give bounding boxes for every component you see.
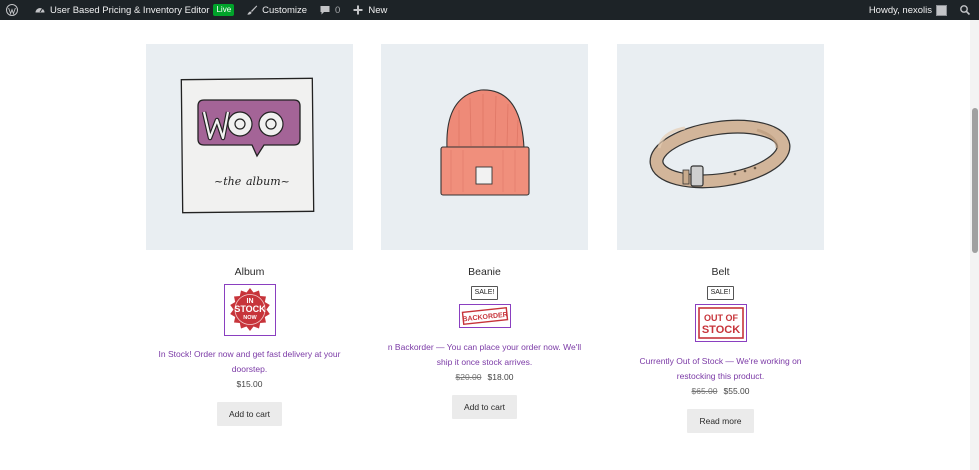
customize-link[interactable]: Customize [240,0,313,20]
out-of-stock-stamp: OUT OF STOCK [694,304,747,342]
add-to-cart-button[interactable]: Add to cart [451,395,518,419]
in-stock-stamp: IN STOCK NOW [223,284,276,336]
my-account-menu[interactable]: Howdy, nexolis [863,0,953,20]
wordpress-logo-icon [6,4,18,16]
stamp-line-2: STOCK [701,324,739,336]
stamp-line-3: NOW [243,315,257,321]
customize-label: Customize [262,4,308,16]
new-content-menu[interactable]: New [346,0,393,20]
dashboard-gauge-icon [34,4,46,16]
search-icon [959,4,971,16]
regular-price: $20.00 [455,372,482,382]
product-image-link[interactable]: ~the album~ [146,44,353,250]
product-price: $20.00 $18.00 [381,371,588,383]
product-image-album: ~the album~ [146,44,353,250]
live-badge: Live [213,4,235,16]
product-price: $15.00 [146,378,353,390]
sale-badge: SALE! [706,286,735,300]
regular-price: $65.00 [691,386,718,396]
backorder-stamp: BACKORDER [458,304,511,328]
read-more-button[interactable]: Read more [687,409,754,433]
wordpress-menu[interactable] [0,0,28,20]
stock-message: Currently Out of Stock — We're working o… [639,356,802,381]
avatar [936,4,947,16]
product-price: $65.00 $55.00 [617,385,824,397]
stamp-line-2: STOCK [234,304,266,314]
comment-bubble-icon [319,4,331,16]
admin-bar: User Based Pricing & Inventory Editor Li… [0,0,979,20]
product-image-beanie [381,44,588,250]
search-toggle[interactable] [953,0,979,20]
plus-icon [352,4,364,16]
product-title[interactable]: Beanie [381,266,588,279]
stamp-line-1: OUT OF [704,313,738,323]
product-image-link[interactable] [381,44,588,250]
site-name: User Based Pricing & Inventory Editor [50,4,210,16]
howdy-text: Howdy, nexolis [868,4,932,16]
svg-text:~the: ~the [214,175,242,188]
svg-text:album~: album~ [246,175,290,188]
product-title[interactable]: Belt [617,266,824,279]
comments-link[interactable]: 0 [313,0,346,20]
comments-count: 0 [335,4,341,16]
new-label: New [368,4,388,16]
product-card-album: ~the album~ Album IN STOCK NOW In Stock!… [146,44,353,426]
stock-message: n Backorder — You can place your order n… [387,342,582,367]
stock-message: In Stock! Order now and get fast deliver… [158,349,341,374]
page-scrollbar-thumb[interactable] [972,108,978,253]
sale-price: $55.00 [723,386,750,396]
paintbrush-icon [246,4,258,16]
current-price: $15.00 [236,379,263,389]
product-image-link[interactable] [617,44,824,250]
site-name-menu[interactable]: User Based Pricing & Inventory Editor Li… [28,0,240,20]
product-image-belt [617,44,824,250]
sale-badge: SALE! [470,286,499,300]
sale-price: $18.00 [487,372,514,382]
product-title[interactable]: Album [146,266,353,279]
product-card-belt: Belt SALE! OUT OF STOCK Currently Out of… [617,44,824,433]
product-card-beanie: Beanie SALE! BACKORDER n Backorder — You… [381,44,588,419]
add-to-cart-button[interactable]: Add to cart [216,402,283,426]
